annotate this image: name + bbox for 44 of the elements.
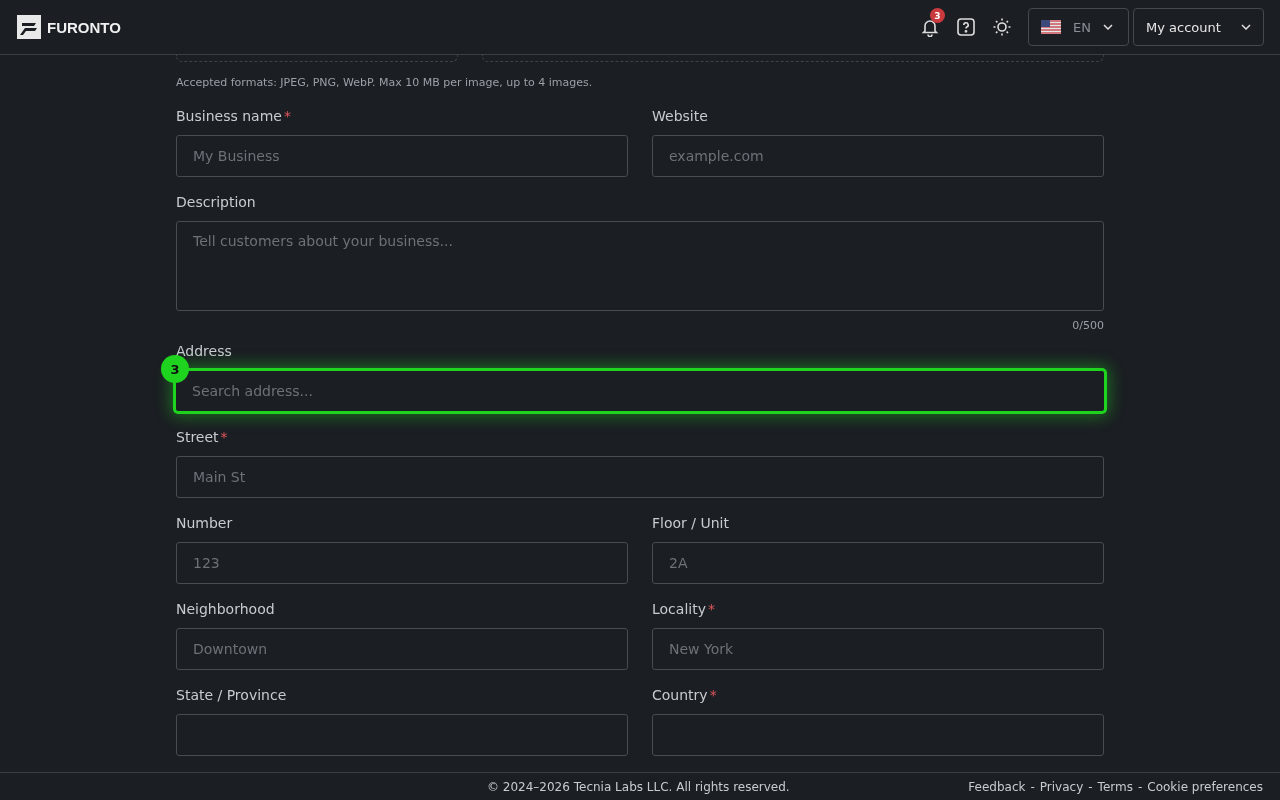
footer-link[interactable]: Cookie preferences [1147, 779, 1263, 794]
footer-link[interactable]: Feedback [968, 779, 1026, 794]
chevron-down-icon [1102, 24, 1113, 30]
upload-box[interactable] [176, 55, 458, 62]
input-field[interactable] [176, 714, 628, 756]
field-label: Website [652, 107, 709, 125]
logo-text: FURONTO [47, 18, 121, 36]
link-separator: - [1030, 779, 1035, 794]
field-label: Floor / Unit [652, 514, 730, 532]
chevron-down-icon [1241, 24, 1251, 30]
account-menu[interactable]: My account [1133, 8, 1264, 46]
bell-icon[interactable] [920, 17, 940, 37]
input-field[interactable]: 123 [176, 542, 628, 584]
help-icon[interactable] [956, 17, 976, 37]
select-field[interactable] [652, 714, 1104, 756]
footer-link[interactable]: Privacy [1039, 779, 1084, 794]
notification-badge: 3 [930, 8, 945, 23]
field-label: Country* [652, 686, 718, 704]
flag-icon [1041, 20, 1061, 34]
copyright-text: © 2024–2026 Tecnia Labs LLC. All rights reserved. [487, 779, 790, 794]
link-separator: - [1088, 779, 1093, 794]
input-field[interactable]: Downtown [176, 628, 628, 670]
step-badge: 3 [161, 355, 189, 383]
field-label: State / Province [176, 686, 288, 704]
sun-icon[interactable] [992, 17, 1012, 37]
field-label: Description [176, 193, 257, 211]
text-area[interactable]: Tell customers about your business... [176, 221, 1104, 311]
input-field[interactable]: My Business [176, 135, 628, 177]
field-label: Street* [176, 428, 229, 446]
character-counter: 0/500 [1072, 319, 1104, 332]
language-selector[interactable]: EN [1028, 8, 1129, 46]
upload-box[interactable] [482, 55, 1104, 62]
input-field[interactable]: New York [652, 628, 1104, 670]
input-field[interactable]: 2A [652, 542, 1104, 584]
field-label: Neighborhood [176, 600, 276, 618]
field-label: Number [176, 514, 234, 532]
input-field[interactable]: example.com [652, 135, 1104, 177]
field-label: Business name* [176, 107, 292, 125]
upload-hint: Accepted formats: JPEG, PNG, WebP. Max 10 MB per image, up to 4 images. [176, 76, 594, 89]
footer-link[interactable]: Terms [1097, 779, 1133, 794]
logo-icon [17, 15, 41, 39]
field-label: Locality* [652, 600, 716, 618]
link-separator: - [1137, 779, 1143, 794]
input-field[interactable]: Main St [176, 456, 1104, 498]
